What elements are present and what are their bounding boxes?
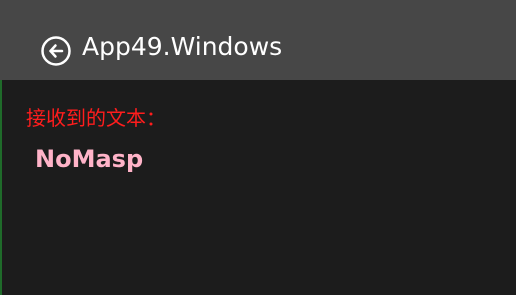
- received-text-value: NoMasp: [35, 145, 144, 173]
- app-window: App49.Windows 接收到的文本： NoMasp: [0, 0, 516, 295]
- title-bar: App49.Windows: [0, 0, 516, 80]
- main-content: 接收到的文本： NoMasp: [0, 80, 516, 295]
- back-arrow-circle-icon: [41, 36, 71, 66]
- back-button[interactable]: [40, 35, 72, 67]
- received-text-label: 接收到的文本：: [26, 106, 166, 130]
- app-title: App49.Windows: [82, 32, 283, 61]
